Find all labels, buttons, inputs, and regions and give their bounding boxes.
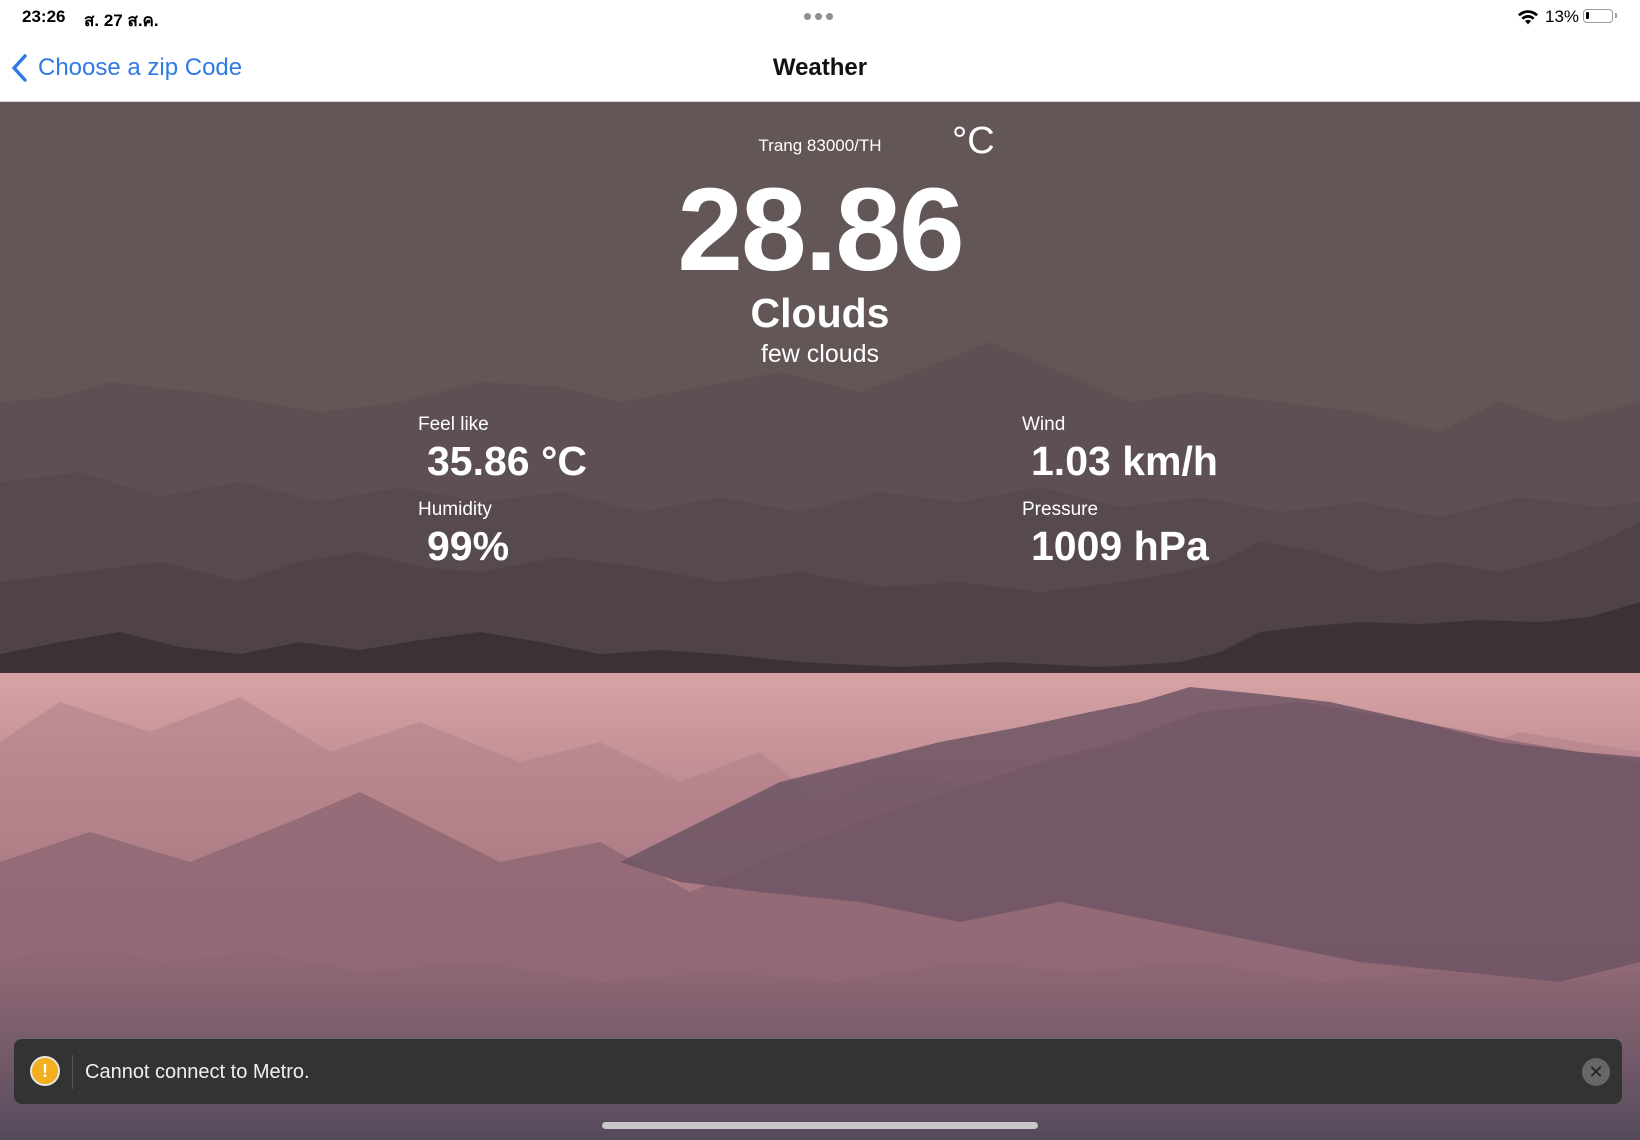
temperature-unit: °C bbox=[952, 120, 995, 162]
close-icon[interactable]: ✕ bbox=[1582, 1058, 1610, 1086]
wind-label: Wind bbox=[1022, 414, 1066, 435]
toast-message: Cannot connect to Metro. bbox=[85, 1061, 310, 1083]
multitask-dots-icon[interactable] bbox=[804, 13, 833, 20]
status-time: 23:26 bbox=[22, 7, 66, 26]
weather-panel: Trang 83000/TH 28.86 °C Clouds few cloud… bbox=[0, 102, 1640, 682]
battery-level-fill bbox=[1586, 12, 1589, 19]
error-toast[interactable]: ! Cannot connect to Metro. ✕ bbox=[14, 1038, 1622, 1104]
warning-icon: ! bbox=[30, 1056, 60, 1086]
pressure-label: Pressure bbox=[1022, 499, 1099, 520]
page-title: Weather bbox=[772, 54, 868, 81]
battery-icon bbox=[1583, 9, 1617, 23]
location-label: Trang 83000/TH bbox=[758, 136, 882, 155]
navigation-bar: Choose a zip Code Weather bbox=[0, 34, 1640, 102]
temperature-value: 28.86 bbox=[677, 164, 964, 296]
feel-like-stat: Feel like 35.86 °C bbox=[418, 414, 587, 485]
home-indicator[interactable] bbox=[602, 1122, 1038, 1129]
status-date: ส. 27 ส.ค. bbox=[84, 11, 159, 30]
humidity-label: Humidity bbox=[418, 499, 492, 520]
toast-divider bbox=[72, 1055, 73, 1089]
weather-condition: Clouds bbox=[750, 290, 890, 336]
weather-description: few clouds bbox=[760, 340, 880, 368]
pressure-value: 1009 hPa bbox=[1031, 523, 1209, 569]
status-bar: 23:26 ส. 27 ส.ค. 13% bbox=[0, 0, 1640, 34]
wind-value: 1.03 km/h bbox=[1031, 438, 1218, 484]
temperature-block: 28.86 bbox=[0, 162, 1640, 298]
pressure-stat: Pressure 1009 hPa bbox=[1022, 499, 1209, 570]
feel-like-value: 35.86 °C bbox=[427, 438, 587, 484]
humidity-value: 99% bbox=[427, 523, 510, 569]
battery-percent: 13% bbox=[1545, 7, 1580, 26]
wind-stat: Wind 1.03 km/h bbox=[1022, 414, 1218, 485]
humidity-stat: Humidity 99% bbox=[418, 499, 509, 570]
wifi-icon bbox=[1518, 10, 1538, 25]
feel-like-label: Feel like bbox=[418, 414, 489, 435]
